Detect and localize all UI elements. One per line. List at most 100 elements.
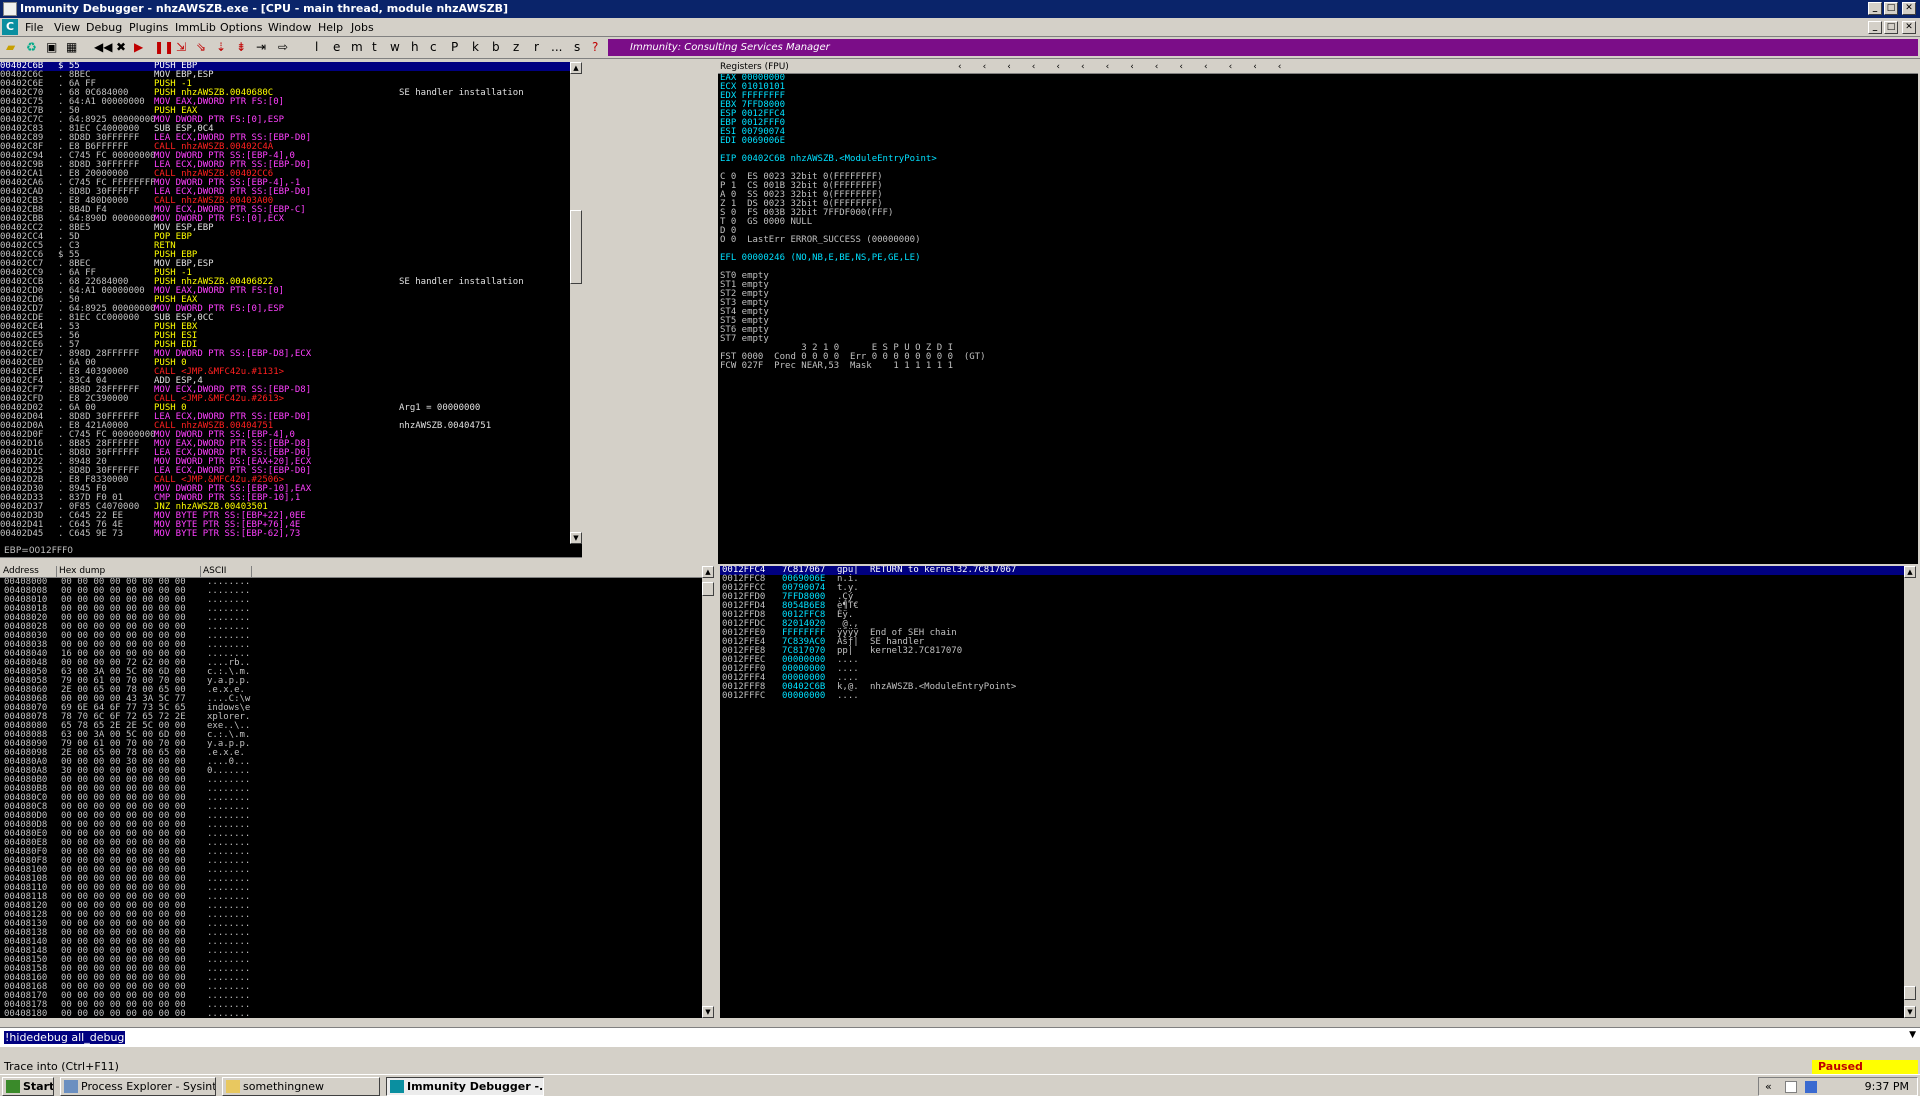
register-line[interactable]: ESP 0012FFC4 [720,110,1918,119]
dump-col-address[interactable]: Address [3,566,39,577]
scroll-down-icon[interactable]: ▼ [570,532,582,544]
stack-row[interactable]: 0012FFF0 00000000.... [720,665,1904,674]
register-line[interactable]: Z 1 DS 0023 32bit 0(FFFFFFFF) [720,200,1918,209]
child-minimize-button[interactable]: _ [1868,21,1882,34]
menu-debug[interactable]: Debug [86,20,122,35]
menu-view[interactable]: View [54,20,80,35]
toolbar-cpu[interactable]: c [430,40,437,55]
menu-plugins[interactable]: Plugins [129,20,168,35]
stack-row[interactable]: 0012FFD0 7FFD8000 .Çý [720,593,1904,602]
dump-col-hex[interactable]: Hex dump [56,566,105,577]
scroll-up-icon[interactable]: ▲ [1904,566,1916,578]
stack-row[interactable]: 0012FFC4 7C817067 gpü| RETURN to kernel32.7… [720,566,1904,575]
stack-row[interactable]: 0012FFE8 7C817070 pp| kernel32.7C817070 [720,647,1904,656]
step-into-icon[interactable]: ⇲ [176,40,186,55]
toolbar-patches[interactable]: P [451,40,458,55]
disasm-row[interactable]: 00402CD0. 64:A1 00000000 MOV EAX,DWORD PT… [0,287,570,296]
registers-nav-arrows-icon[interactable]: ‹‹‹‹‹‹‹‹‹‹‹‹‹‹ [958,62,1302,73]
taskbar-somethingnew[interactable]: somethingnew [222,1077,380,1096]
taskbar-immunity-debugger[interactable]: Immunity Debugger -... [386,1077,544,1096]
register-line[interactable]: EDX FFFFFFFF [720,92,1918,101]
child-restore-button[interactable]: □ [1884,21,1898,34]
tray-app-icon[interactable] [1785,1081,1797,1093]
register-line[interactable]: EAX 00000000 [720,74,1918,83]
toolbar-modules[interactable]: e [333,40,340,55]
stack-listing[interactable]: 0012FFC4 7C817067 gpü| RETURN to kernel32.7… [720,566,1904,701]
command-input[interactable]: !hidedebug all_debug [4,1031,126,1044]
registers-listing[interactable]: EAX 00000000 ECX 01010101 EDX FFFFFFFF EBX … [718,74,1918,371]
goto-icon[interactable]: ⇨ [278,40,288,55]
disasm-row[interactable]: 00402CC2. 8BE5 MOV ESP,EBP [0,224,570,233]
toolbar-handles[interactable]: h [411,40,419,55]
command-bar[interactable]: !hidedebug all_debug ▼ [0,1027,1920,1047]
step-over-icon[interactable]: ⇘ [196,40,206,55]
stop-icon[interactable]: ✖ [116,40,126,55]
register-line[interactable]: S 0 FS 003B 32bit 7FFDF000(FFF) [720,209,1918,218]
close-button[interactable]: ✕ [1902,2,1916,15]
disasm-row[interactable]: 00402CDE. 81EC CC000000 SUB ESP,0CC [0,314,570,323]
dump-listing[interactable]: 00408000 00 00 00 00 00 00 00 00........ 0… [0,578,702,1018]
register-line[interactable] [720,164,1918,173]
toolbar-breakpoints[interactable]: b [492,40,500,55]
restart-icon[interactable]: ♻ [26,40,37,55]
scroll-thumb[interactable] [702,582,714,596]
disassembly-listing[interactable]: 00402C6B $ 55 PUSH EBP 00402C6C. 8BEC MOV EB… [0,62,570,539]
register-line[interactable]: ST3 empty [720,299,1918,308]
cpu-window-icon[interactable]: C [2,19,18,35]
stack-row[interactable]: 0012FFEC 00000000.... [720,656,1904,665]
register-line[interactable]: ST5 empty [720,317,1918,326]
register-line[interactable]: EBX 7FFD8000 [720,101,1918,110]
execute-till-return-icon[interactable]: ⇥ [256,40,266,55]
toolbar-run-trace[interactable]: r [534,40,539,55]
disasm-row[interactable]: 00402C75. 64:A1 00000000 MOV EAX,DWORD PT… [0,98,570,107]
toolbar-source[interactable]: s [574,40,580,55]
consulting-banner[interactable]: Immunity: Consulting Services Manager [608,39,1918,56]
maximize-button[interactable]: □ [1884,2,1898,15]
start-button[interactable]: Start [2,1077,54,1096]
disasm-row[interactable]: 00402D45 . C645 9E 73 MOV BYTE PTR SS:[EBP… [0,530,570,539]
help-icon[interactable]: ? [592,40,598,55]
dump-col-ascii[interactable]: ASCII [200,566,252,577]
toolbar-memory[interactable]: m [351,40,363,55]
attach-icon[interactable]: ▦ [66,40,77,55]
register-line[interactable]: EFL 00000246 (NO,NB,E,BE,NS,PE,GE,LE) [720,254,1918,263]
menu-window[interactable]: Window [268,20,311,35]
network-icon[interactable] [1805,1081,1817,1093]
pause-icon[interactable]: ❚❚ [154,40,174,55]
trace-over-icon[interactable]: ⇟ [236,40,246,55]
disasm-row[interactable]: 00402CE4. 53 PUSH EBX [0,323,570,332]
trace-into-icon[interactable]: ⇣ [216,40,226,55]
register-line[interactable] [720,263,1918,272]
rewind-icon[interactable]: ◀◀ [94,40,112,55]
disasm-row[interactable]: 00402CE5. 56 PUSH ESI [0,332,570,341]
toolbar-windows[interactable]: w [390,40,400,55]
dump-row[interactable]: 00408180 00 00 00 00 00 00 00 00........ [4,1010,702,1019]
taskbar-process-explorer[interactable]: Process Explorer - Sysint... [60,1077,216,1096]
register-line[interactable]: P 1 CS 001B 32bit 0(FFFFFFFF) [720,182,1918,191]
register-line[interactable]: EIP 00402C6B nhzAWSZB.<ModuleEntryPoint> [720,155,1918,164]
child-close-button[interactable]: ✕ [1902,21,1916,34]
toolbar-log[interactable]: l [315,40,318,55]
open-icon[interactable]: ▰ [6,40,15,55]
register-line[interactable]: T 0 GS 0000 NULL [720,218,1918,227]
dump-pane[interactable]: 00408000 00 00 00 00 00 00 00 00........ 0… [0,578,702,1018]
scroll-up-icon[interactable]: ▲ [702,566,714,578]
register-line[interactable]: ST4 empty [720,308,1918,317]
menu-jobs[interactable]: Jobs [351,20,374,35]
register-line[interactable]: A 0 SS 0023 32bit 0(FFFFFFFF) [720,191,1918,200]
disassembly-scrollbar[interactable]: ▲ ▼ [570,62,582,544]
stack-row[interactable]: 0012FFCC 00790074 t.y. [720,584,1904,593]
menu-help[interactable]: Help [318,20,343,35]
disassembly-pane[interactable]: 00402C6B $ 55 PUSH EBP 00402C6C. 8BEC MOV EB… [0,62,570,544]
register-line[interactable]: ST6 empty [720,326,1918,335]
disasm-row[interactable]: 00402CC4. 5D POP EBP [0,233,570,242]
stack-row[interactable]: 0012FFD4 8054B6E8 è¶T€ [720,602,1904,611]
register-line[interactable]: ECX 01010101 [720,83,1918,92]
register-line[interactable]: FCW 027F Prec NEAR,53 Mask 1 1 1 1 1 1 [720,362,1918,371]
clock[interactable]: 9:37 PM [1865,1078,1909,1095]
stack-row[interactable]: 0012FFFC 00000000.... [720,692,1904,701]
registers-pane[interactable]: EAX 00000000 ECX 01010101 EDX FFFFFFFF EBX … [718,74,1918,564]
tray-expand-icon[interactable]: « [1765,1078,1772,1095]
register-line[interactable]: ST0 empty [720,272,1918,281]
dump-scrollbar[interactable]: ▲ ▼ [702,566,714,1018]
